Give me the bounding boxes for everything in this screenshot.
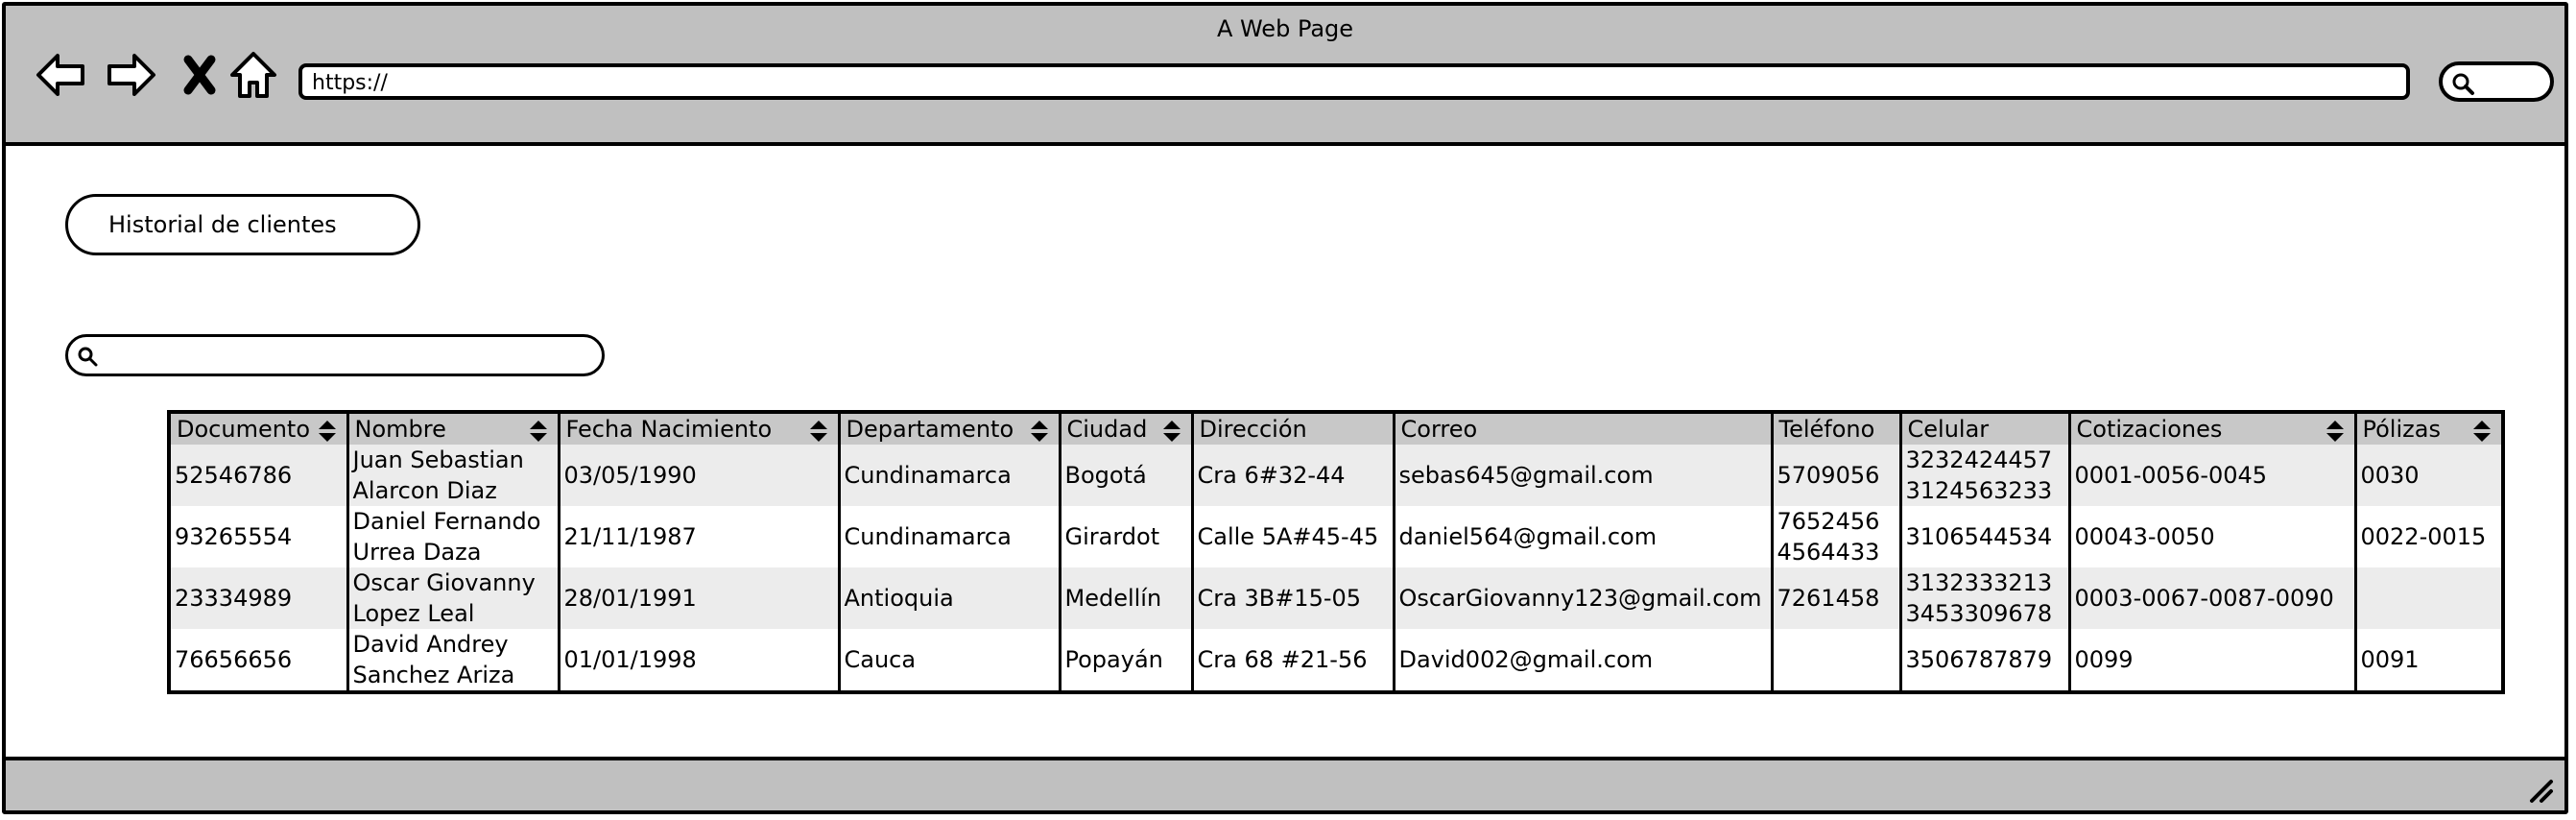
column-header-label: Documento	[177, 416, 311, 443]
column-header-label: Teléfono	[1778, 416, 1875, 443]
column-header[interactable]: Teléfono	[1770, 412, 1900, 445]
cell-ciudad: Popayán	[1058, 629, 1192, 692]
resize-grip-icon[interactable]	[2524, 774, 2555, 805]
cell-celular: 3132333213 3453309678	[1898, 567, 2069, 629]
cell-cotizaciones: 0099	[2067, 629, 2355, 692]
cell-nombre: Daniel Fernando Urrea Daza	[346, 506, 559, 567]
table-body: 52546786 Juan Sebastian Alarcon Diaz 03/05/…	[169, 445, 2503, 692]
browser-window: A Web Page https:// Historial de cliente…	[2, 2, 2568, 814]
cell-direccion: Calle 5A#45-45	[1190, 506, 1394, 567]
column-header[interactable]: Celular	[1898, 412, 2069, 445]
back-arrow-icon[interactable]	[33, 46, 90, 104]
column-header-label: Pólizas	[2362, 416, 2441, 443]
page-content: Historial de clientes Documento Nombre Fec…	[6, 146, 2564, 757]
sort-icon[interactable]	[2326, 420, 2345, 443]
cell-telefono	[1770, 629, 1900, 692]
cell-celular: 3106544534	[1898, 506, 2069, 567]
cell-polizas: 0030	[2353, 445, 2503, 506]
cell-correo: daniel564@gmail.com	[1392, 506, 1772, 567]
cell-cotizaciones: 0003-0067-0087-0090	[2067, 567, 2355, 629]
sort-icon[interactable]	[1162, 420, 1181, 443]
column-header-label: Nombre	[354, 416, 446, 443]
cell-cotizaciones: 00043-0050	[2067, 506, 2355, 567]
cell-direccion: Cra 3B#15-05	[1190, 567, 1394, 629]
cell-celular: 3232424457 3124563233	[1898, 445, 2069, 506]
address-bar[interactable]: https://	[298, 63, 2410, 100]
table-row[interactable]: 76656656 David Andrey Sanchez Ariza 01/01/1…	[169, 629, 2503, 692]
cell-departamento: Antioquia	[837, 567, 1060, 629]
sort-icon[interactable]	[318, 420, 337, 443]
close-icon[interactable]	[171, 46, 228, 104]
browser-titlebar: A Web Page https://	[6, 6, 2564, 146]
sort-icon[interactable]	[529, 420, 548, 443]
cell-documento: 52546786	[169, 445, 347, 506]
cell-correo: OscarGiovanny123@gmail.com	[1392, 567, 1772, 629]
cell-polizas	[2353, 567, 2503, 629]
cell-correo: sebas645@gmail.com	[1392, 445, 1772, 506]
sort-icon[interactable]	[2472, 420, 2492, 443]
cell-correo: David002@gmail.com	[1392, 629, 1772, 692]
cell-telefono: 7652456 4564433	[1770, 506, 1900, 567]
column-header[interactable]: Ciudad	[1058, 412, 1192, 445]
cell-nombre: Oscar Giovanny Lopez Leal	[346, 567, 559, 629]
cell-departamento: Cundinamarca	[837, 506, 1060, 567]
table-row[interactable]: 52546786 Juan Sebastian Alarcon Diaz 03/05/…	[169, 445, 2503, 506]
cell-cotizaciones: 0001-0056-0045	[2067, 445, 2355, 506]
table-search-field[interactable]	[65, 334, 605, 376]
cell-polizas: 0022-0015	[2353, 506, 2503, 567]
browser-search-field[interactable]	[2439, 61, 2554, 102]
column-header-label: Celular	[1907, 416, 1990, 443]
column-header[interactable]: Departamento	[837, 412, 1060, 445]
sort-icon[interactable]	[809, 420, 828, 443]
cell-fecha: 01/01/1998	[557, 629, 839, 692]
column-header-label: Cotizaciones	[2076, 416, 2223, 443]
browser-statusbar	[6, 757, 2564, 810]
cell-departamento: Cauca	[837, 629, 1060, 692]
clients-table: Documento Nombre Fecha Nacimiento Departame…	[167, 410, 2505, 694]
column-header-label: Dirección	[1199, 416, 1307, 443]
table-header-row: Documento Nombre Fecha Nacimiento Departame…	[169, 412, 2503, 445]
table-row[interactable]: 93265554 Daniel Fernando Urrea Daza 21/11/1…	[169, 506, 2503, 567]
cell-documento: 93265554	[169, 506, 347, 567]
cell-fecha: 03/05/1990	[557, 445, 839, 506]
cell-fecha: 28/01/1991	[557, 567, 839, 629]
column-header-label: Fecha Nacimiento	[565, 416, 773, 443]
cell-direccion: Cra 6#32-44	[1190, 445, 1394, 506]
search-icon	[2452, 73, 2474, 95]
column-header-label: Correo	[1400, 416, 1478, 443]
cell-fecha: 21/11/1987	[557, 506, 839, 567]
sort-icon[interactable]	[1030, 420, 1049, 443]
cell-ciudad: Medellín	[1058, 567, 1192, 629]
home-icon[interactable]	[225, 46, 282, 104]
forward-arrow-icon[interactable]	[102, 46, 159, 104]
column-header-label: Ciudad	[1066, 416, 1148, 443]
cell-nombre: David Andrey Sanchez Ariza	[346, 629, 559, 692]
column-header[interactable]: Cotizaciones	[2067, 412, 2355, 445]
cell-ciudad: Bogotá	[1058, 445, 1192, 506]
client-history-button[interactable]: Historial de clientes	[65, 194, 420, 255]
cell-polizas: 0091	[2353, 629, 2503, 692]
column-header[interactable]: Nombre	[346, 412, 559, 445]
cell-telefono: 7261458	[1770, 567, 1900, 629]
search-icon	[78, 347, 98, 367]
cell-telefono: 5709056	[1770, 445, 1900, 506]
column-header[interactable]: Fecha Nacimiento	[557, 412, 839, 445]
cell-celular: 3506787879	[1898, 629, 2069, 692]
cell-ciudad: Girardot	[1058, 506, 1192, 567]
cell-departamento: Cundinamarca	[837, 445, 1060, 506]
column-header-label: Departamento	[846, 416, 1014, 443]
cell-documento: 76656656	[169, 629, 347, 692]
window-title: A Web Page	[1216, 15, 1354, 42]
cell-documento: 23334989	[169, 567, 347, 629]
column-header[interactable]: Documento	[169, 412, 347, 445]
column-header[interactable]: Correo	[1392, 412, 1772, 445]
table-row[interactable]: 23334989 Oscar Giovanny Lopez Leal 28/01/19…	[169, 567, 2503, 629]
search-input[interactable]	[107, 341, 590, 372]
cell-nombre: Juan Sebastian Alarcon Diaz	[346, 445, 559, 506]
column-header[interactable]: Dirección	[1190, 412, 1394, 445]
cell-direccion: Cra 68 #21-56	[1190, 629, 1394, 692]
column-header[interactable]: Pólizas	[2353, 412, 2503, 445]
